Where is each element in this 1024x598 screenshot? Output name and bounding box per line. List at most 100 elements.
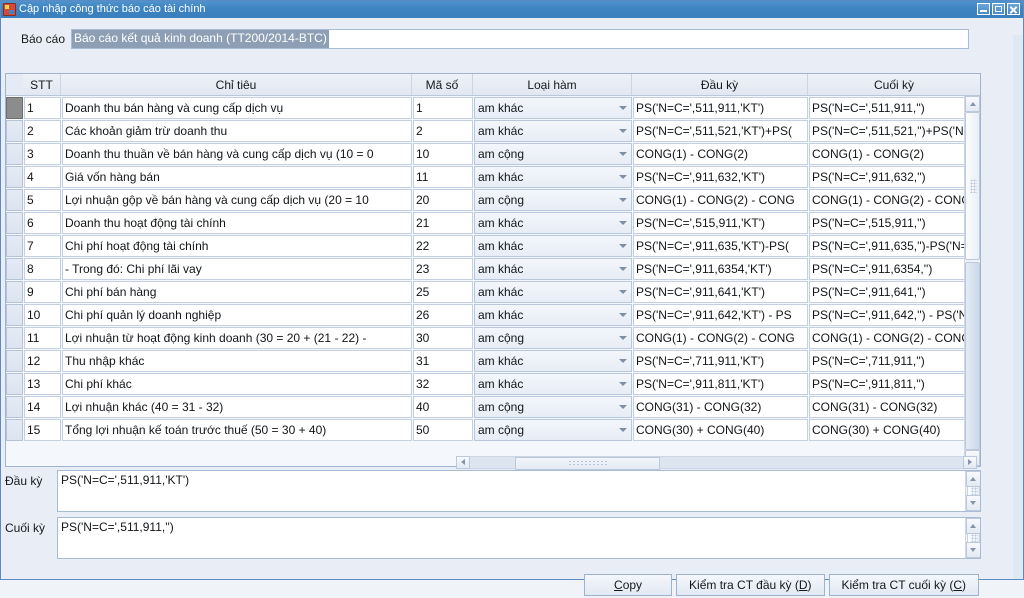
cell-dau-ky[interactable]: CONG(1) - CONG(2) - CONG: [633, 189, 808, 211]
cell-chi-tieu[interactable]: Chi phí quản lý doanh nghiệp: [62, 304, 412, 326]
table-row[interactable]: 3 Doanh thu thuần về bán hàng và cung cấp…: [6, 142, 964, 165]
row-selector[interactable]: [6, 373, 23, 395]
table-header-chi-tieu[interactable]: Chỉ tiêu: [61, 74, 412, 95]
dau-ky-scroll-up-icon[interactable]: [965, 471, 980, 487]
cell-stt[interactable]: 7: [24, 235, 61, 257]
cell-loai-ham-dropdown[interactable]: am khác: [474, 258, 632, 280]
report-input[interactable]: Báo cáo kết quả kinh doanh (TT200/2014-B…: [71, 29, 969, 49]
cell-chi-tieu[interactable]: Lợi nhuận từ hoạt động kinh doanh (30 = …: [62, 327, 412, 349]
cell-dau-ky[interactable]: PS('N=C=',911,635,'KT')-PS(: [633, 235, 808, 257]
table-row[interactable]: 2 Các khoản giảm trừ doanh thu 2 am khác PS(…: [6, 119, 964, 142]
table-row[interactable]: 14 Lợi nhuận khác (40 = 31 - 32) 40 am cộng…: [6, 395, 964, 418]
cell-cuoi-ky[interactable]: CONG(31) - CONG(32): [809, 396, 964, 418]
check-cuoi-ky-button[interactable]: Kiểm tra CT cuối kỳ (C): [828, 574, 979, 596]
cell-ma-so[interactable]: 20: [413, 189, 473, 211]
cell-loai-ham-dropdown[interactable]: am khác: [474, 304, 632, 326]
cell-loai-ham-dropdown[interactable]: am khác: [474, 97, 632, 119]
table-row[interactable]: 11 Lợi nhuận từ hoạt động kinh doanh (30 …: [6, 326, 964, 349]
cell-loai-ham-dropdown[interactable]: am cộng: [474, 143, 632, 165]
cell-ma-so[interactable]: 26: [413, 304, 473, 326]
cell-dau-ky[interactable]: CONG(1) - CONG(2): [633, 143, 808, 165]
vertical-scroll-thumb[interactable]: [965, 112, 980, 260]
cell-cuoi-ky[interactable]: PS('N=C=',911,635,'')-PS('N=: [809, 235, 964, 257]
scroll-right-icon[interactable]: [963, 455, 977, 469]
table-row[interactable]: 5 Lợi nhuận gộp về bán hàng và cung cấp d…: [6, 188, 964, 211]
cell-chi-tieu[interactable]: Lợi nhuận gộp về bán hàng và cung cấp dị…: [62, 189, 412, 211]
minimize-icon[interactable]: [977, 3, 990, 15]
cuoi-ky-textarea[interactable]: PS('N=C=',511,911,''): [57, 517, 981, 559]
vertical-scroll-lower[interactable]: [965, 262, 980, 450]
cell-chi-tieu[interactable]: Chi phí bán hàng: [62, 281, 412, 303]
cell-cuoi-ky[interactable]: PS('N=C=',711,911,''): [809, 350, 964, 372]
cell-ma-so[interactable]: 21: [413, 212, 473, 234]
cell-chi-tieu[interactable]: Lợi nhuận khác (40 = 31 - 32): [62, 396, 412, 418]
cell-stt[interactable]: 5: [24, 189, 61, 211]
cell-chi-tieu[interactable]: Doanh thu hoạt động tài chính: [62, 212, 412, 234]
cell-loai-ham-dropdown[interactable]: am khác: [474, 373, 632, 395]
cell-loai-ham-dropdown[interactable]: am khác: [474, 166, 632, 188]
cell-ma-so[interactable]: 23: [413, 258, 473, 280]
cell-dau-ky[interactable]: PS('N=C=',911,642,'KT') - PS: [633, 304, 808, 326]
cell-stt[interactable]: 4: [24, 166, 61, 188]
cell-dau-ky[interactable]: PS('N=C=',711,911,'KT'): [633, 350, 808, 372]
cell-dau-ky[interactable]: PS('N=C=',911,641,'KT'): [633, 281, 808, 303]
row-selector[interactable]: [6, 350, 23, 372]
vertical-scroll-track[interactable]: [965, 112, 980, 450]
check-dau-ky-button[interactable]: Kiểm tra CT đầu kỳ (D): [676, 574, 825, 596]
cell-cuoi-ky[interactable]: PS('N=C=',511,911,''): [809, 97, 964, 119]
row-selector[interactable]: [6, 143, 23, 165]
cell-stt[interactable]: 6: [24, 212, 61, 234]
cell-chi-tieu[interactable]: - Trong đó: Chi phí lãi vay: [62, 258, 412, 280]
cell-ma-so[interactable]: 22: [413, 235, 473, 257]
cell-cuoi-ky[interactable]: PS('N=C=',911,811,''): [809, 373, 964, 395]
cell-loai-ham-dropdown[interactable]: am cộng: [474, 419, 632, 441]
cell-loai-ham-dropdown[interactable]: am khác: [474, 212, 632, 234]
cell-cuoi-ky[interactable]: CONG(1) - CONG(2): [809, 143, 964, 165]
cell-dau-ky[interactable]: PS('N=C=',911,811,'KT'): [633, 373, 808, 395]
table-header-loai-ham[interactable]: Loại hàm: [473, 74, 632, 95]
table-header-stt[interactable]: STT: [23, 74, 61, 95]
cell-stt[interactable]: 2: [24, 120, 61, 142]
cell-ma-so[interactable]: 50: [413, 419, 473, 441]
cell-stt[interactable]: 10: [24, 304, 61, 326]
cell-cuoi-ky[interactable]: PS('N=C=',515,911,''): [809, 212, 964, 234]
table-header-cuoi-ky[interactable]: Cuối kỳ: [808, 74, 980, 95]
table-header-dau-ky[interactable]: Đầu kỳ: [632, 74, 808, 95]
row-selector[interactable]: [6, 235, 23, 257]
dau-ky-scroll-down-icon[interactable]: [965, 495, 980, 511]
row-selector[interactable]: [6, 258, 23, 280]
cell-ma-so[interactable]: 30: [413, 327, 473, 349]
cell-dau-ky[interactable]: PS('N=C=',511,521,'KT')+PS(: [633, 120, 808, 142]
cell-loai-ham-dropdown[interactable]: am khác: [474, 350, 632, 372]
cuoi-ky-scroll-thumb[interactable]: [966, 534, 980, 542]
scroll-left-icon[interactable]: [456, 455, 470, 469]
row-selector[interactable]: [6, 281, 23, 303]
row-selector[interactable]: [6, 212, 23, 234]
cell-dau-ky[interactable]: PS('N=C=',911,6354,'KT'): [633, 258, 808, 280]
scroll-up-icon[interactable]: [965, 96, 980, 112]
cell-chi-tieu[interactable]: Chi phí hoạt động tài chính: [62, 235, 412, 257]
table-row[interactable]: 9 Chi phí bán hàng 25 am khác PS('N=C=',911,…: [6, 280, 964, 303]
cuoi-ky-scroll-up-icon[interactable]: [965, 518, 980, 534]
table-row[interactable]: 15 Tổng lợi nhuận kế toán trước thuế (50 …: [6, 418, 964, 441]
table-header-ma-so[interactable]: Mã số: [412, 74, 473, 95]
cell-chi-tieu[interactable]: Thu nhập khác: [62, 350, 412, 372]
table-row[interactable]: 12 Thu nhập khác 31 am khác PS('N=C=',711,91…: [6, 349, 964, 372]
table-vertical-scrollbar[interactable]: [964, 96, 980, 466]
cell-loai-ham-dropdown[interactable]: am cộng: [474, 327, 632, 349]
dau-ky-scrollbar[interactable]: [965, 471, 980, 511]
cell-cuoi-ky[interactable]: CONG(1) - CONG(2) - CONG: [809, 327, 964, 349]
horizontal-scroll-thumb[interactable]: [515, 456, 660, 470]
cell-loai-ham-dropdown[interactable]: am khác: [474, 120, 632, 142]
row-selector[interactable]: [6, 304, 23, 326]
cell-loai-ham-dropdown[interactable]: am cộng: [474, 189, 632, 211]
table-row[interactable]: 13 Chi phí khác 32 am khác PS('N=C=',911,811…: [6, 372, 964, 395]
cell-chi-tieu[interactable]: Tổng lợi nhuận kế toán trước thuế (50 = …: [62, 419, 412, 441]
cell-stt[interactable]: 12: [24, 350, 61, 372]
copy-button[interactable]: Copy: [584, 574, 673, 596]
table-row[interactable]: 8- Trong đó: Chi phí lãi vay 23 am khác PS(…: [6, 257, 964, 280]
cell-chi-tieu[interactable]: Chi phí khác: [62, 373, 412, 395]
cell-dau-ky[interactable]: PS('N=C=',511,911,'KT'): [633, 97, 808, 119]
table-horizontal-scrollbar[interactable]: [456, 455, 977, 470]
table-row[interactable]: 7 Chi phí hoạt động tài chính 22 am khác PS(…: [6, 234, 964, 257]
